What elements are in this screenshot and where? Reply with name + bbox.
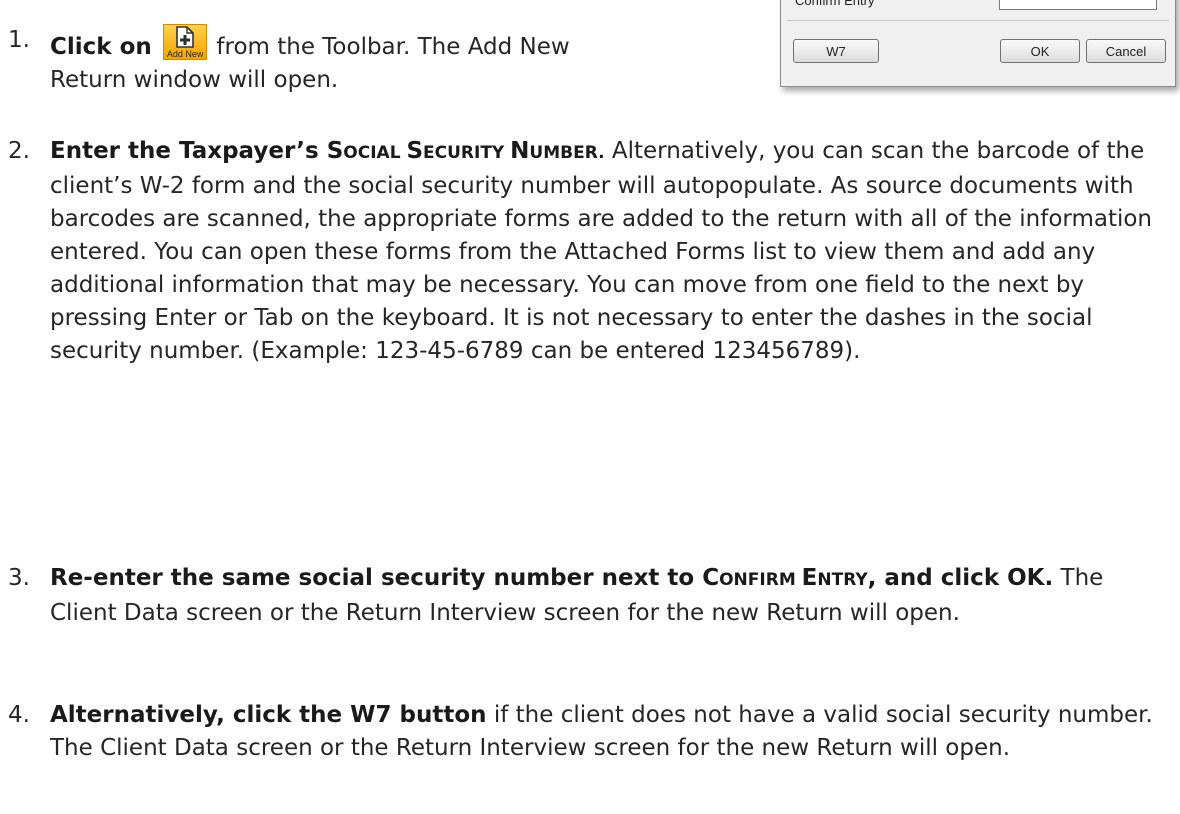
add-new-label: Add New (166, 49, 204, 59)
step-body: Re-enter the same social security number… (50, 562, 1170, 630)
step-body: Alternatively, click the W7 button if th… (50, 699, 1170, 765)
step-text: from the Toolbar. The Add New (216, 34, 570, 60)
step-text: Alternatively, you can scan the barcode … (50, 138, 1153, 364)
step-text: Return window will open. (50, 67, 339, 93)
add-document-icon (176, 26, 194, 48)
step-body: Enter the Taxpayer’s SOCIAL SECURITY NUM… (50, 135, 1170, 368)
step-number: 3. (8, 565, 30, 591)
step-number: 1. (8, 27, 30, 53)
confirm-entry-label: Confirm Entry (795, 0, 875, 8)
confirm-entry-input[interactable] (999, 0, 1157, 10)
add-new-toolbar-button: Add New (163, 24, 208, 60)
confirm-entry-row: Confirm Entry (781, 0, 1175, 22)
dialog-separator (787, 20, 1169, 21)
step-instruction: Click on (50, 34, 152, 60)
step-body: Click on Add New from the Toolbar. The A… (50, 24, 1170, 97)
step-instruction: Re-enter the same social security number… (50, 565, 1054, 591)
step-instruction: Alternatively, click the W7 button (50, 702, 487, 728)
step-number: 2. (8, 138, 30, 164)
step-instruction: Enter the Taxpayer’s SOCIAL SECURITY NUM… (50, 138, 605, 164)
step-number: 4. (8, 702, 30, 728)
